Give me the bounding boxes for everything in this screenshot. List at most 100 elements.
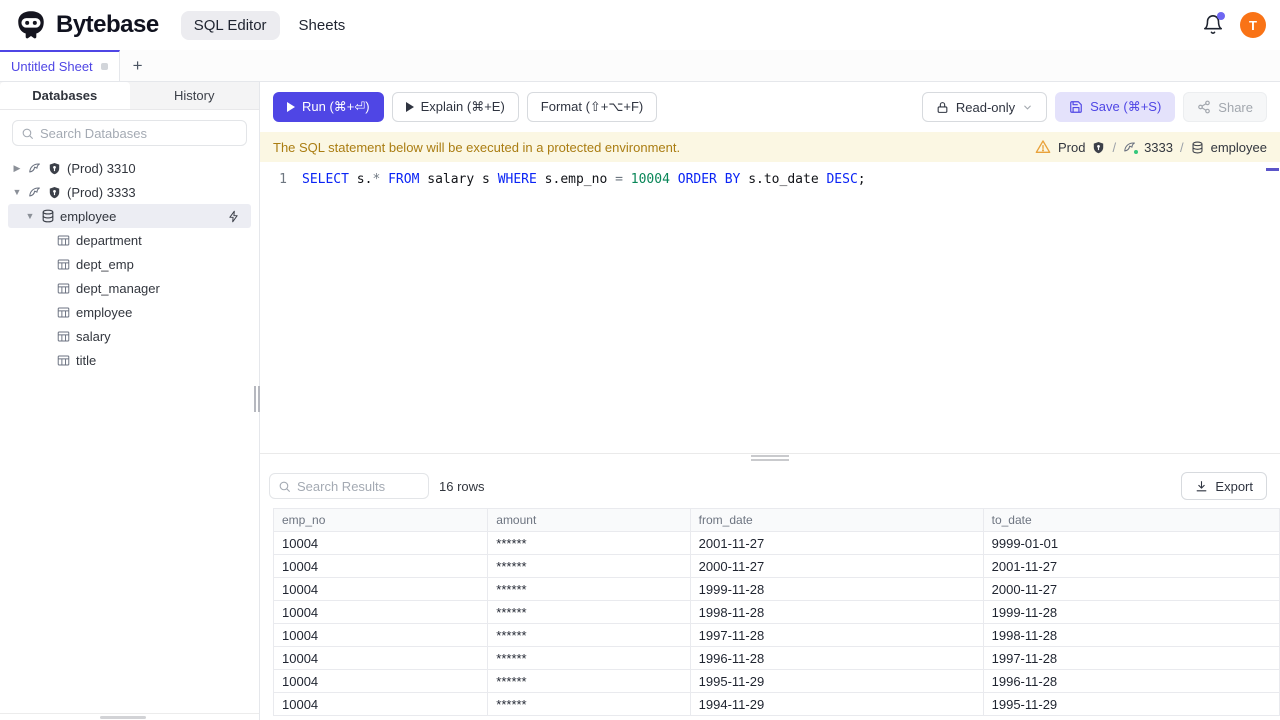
database-icon bbox=[40, 209, 55, 223]
caret-right-icon[interactable]: ▶ bbox=[12, 163, 22, 174]
run-button[interactable]: Run (⌘+⏎) bbox=[273, 92, 384, 122]
table-cell: ****** bbox=[487, 669, 691, 693]
search-icon bbox=[21, 127, 34, 140]
toolbar-right: Read-only Save (⌘+S) Share bbox=[921, 92, 1267, 122]
sql-editor[interactable]: 1 SELECT s.* FROM salary s WHERE s.emp_n… bbox=[260, 162, 1280, 453]
instance-label: (Prod) 3310 bbox=[67, 160, 136, 176]
nav-sheets[interactable]: Sheets bbox=[286, 11, 359, 40]
table-cell: 2000-11-27 bbox=[689, 554, 984, 578]
notification-bell-icon[interactable] bbox=[1202, 12, 1225, 36]
editor-scrollbar-mark bbox=[1266, 168, 1279, 171]
shield-icon bbox=[47, 186, 62, 199]
mysql-icon bbox=[1123, 140, 1140, 155]
table-cell: 1999-11-28 bbox=[982, 600, 1280, 624]
table-cell: 9999-01-01 bbox=[982, 531, 1280, 555]
table-label: dept_manager bbox=[76, 280, 160, 296]
notification-badge bbox=[1217, 12, 1225, 20]
column-header[interactable]: emp_no bbox=[272, 508, 489, 532]
table-row[interactable]: 10004 ****** 2001-11-27 9999-01-01 bbox=[272, 531, 1280, 555]
export-button[interactable]: Export bbox=[1181, 472, 1267, 500]
sidebar: Databases History ▶ bbox=[0, 82, 260, 720]
table-label: dept_emp bbox=[76, 256, 134, 272]
results-header: 16 rows Export bbox=[260, 462, 1280, 508]
play-icon bbox=[405, 102, 414, 112]
caret-down-icon[interactable]: ▼ bbox=[25, 211, 35, 221]
sidebar-table-item[interactable]: title bbox=[0, 348, 259, 372]
banner-message: The SQL statement below will be executed… bbox=[273, 139, 681, 155]
sidebar-tabs: Databases History bbox=[0, 82, 259, 110]
tree-database-employee[interactable]: ▼ employee bbox=[8, 204, 251, 228]
protected-environment-banner: The SQL statement below will be executed… bbox=[260, 132, 1280, 162]
tab-history[interactable]: History bbox=[130, 82, 260, 109]
sidebar-table-item[interactable]: dept_manager bbox=[0, 276, 259, 300]
sidebar-table-item[interactable]: employee bbox=[0, 300, 259, 324]
column-header[interactable]: to_date bbox=[982, 508, 1280, 532]
database-search[interactable] bbox=[12, 120, 247, 146]
explain-button[interactable]: Explain (⌘+E) bbox=[391, 92, 519, 122]
table-label: salary bbox=[76, 328, 111, 344]
table-label: employee bbox=[76, 304, 133, 320]
connection-status-dot bbox=[1133, 149, 1140, 155]
caret-down-icon[interactable]: ▼ bbox=[12, 187, 22, 197]
brand-logo[interactable]: Bytebase bbox=[14, 8, 159, 42]
main-pane: Run (⌘+⏎) Explain (⌘+E) Format (⇧+⌥+F) R… bbox=[260, 82, 1280, 720]
format-button[interactable]: Format (⇧+⌥+F) bbox=[526, 92, 658, 122]
table-row[interactable]: 10004 ****** 1996-11-28 1997-11-28 bbox=[272, 646, 1280, 670]
search-icon bbox=[278, 480, 291, 493]
row-count: 16 rows bbox=[439, 478, 485, 494]
table-icon bbox=[56, 258, 71, 271]
chevron-down-icon bbox=[1022, 102, 1033, 113]
table-cell: 10004 bbox=[272, 600, 489, 624]
search-databases-input[interactable] bbox=[40, 125, 238, 141]
table-list: department dept_emp dept_manager employee sa… bbox=[0, 228, 259, 372]
table-row[interactable]: 10004 ****** 1994-11-29 1995-11-29 bbox=[272, 692, 1280, 716]
share-icon bbox=[1197, 100, 1211, 114]
tree-instance-3333[interactable]: ▼ (Prod) 3333 bbox=[0, 180, 259, 204]
results-search[interactable] bbox=[269, 473, 429, 499]
readonly-mode-dropdown[interactable]: Read-only bbox=[921, 92, 1048, 122]
nav-sql-editor[interactable]: SQL Editor bbox=[180, 10, 280, 40]
table-row[interactable]: 10004 ****** 1995-11-29 1996-11-28 bbox=[272, 669, 1280, 693]
table-row[interactable]: 10004 ****** 1997-11-28 1998-11-28 bbox=[272, 623, 1280, 647]
mysql-icon bbox=[27, 185, 42, 199]
connected-bolt-icon bbox=[226, 210, 241, 223]
table-cell: 10004 bbox=[272, 554, 489, 578]
app: Bytebase SQL Editor Sheets T Untitled Sh… bbox=[0, 0, 1280, 720]
sidebar-table-item[interactable]: department bbox=[0, 228, 259, 252]
database-label: employee bbox=[60, 208, 117, 224]
table-cell: 1994-11-29 bbox=[689, 692, 984, 716]
table-cell: ****** bbox=[487, 577, 691, 601]
table-cell: 2000-11-27 bbox=[982, 577, 1280, 601]
tab-databases[interactable]: Databases bbox=[0, 82, 130, 109]
table-label: department bbox=[76, 232, 142, 248]
database-label: employee bbox=[1210, 139, 1267, 155]
panel-resize-handle[interactable] bbox=[260, 453, 1280, 462]
tree-instance-3310[interactable]: ▶ (Prod) 3310 bbox=[0, 156, 259, 180]
top-nav: SQL Editor Sheets bbox=[180, 10, 359, 40]
connection-breadcrumb: Prod / 3333 / employee bbox=[1035, 139, 1267, 155]
sheet-tab-untitled[interactable]: Untitled Sheet bbox=[0, 50, 120, 81]
avatar[interactable]: T bbox=[1240, 12, 1266, 38]
table-cell: 10004 bbox=[272, 531, 489, 555]
table-row[interactable]: 10004 ****** 1998-11-28 1999-11-28 bbox=[272, 600, 1280, 624]
table-cell: ****** bbox=[487, 531, 691, 555]
sidebar-table-item[interactable]: salary bbox=[0, 324, 259, 348]
table-row[interactable]: 10004 ****** 2000-11-27 2001-11-27 bbox=[272, 554, 1280, 578]
search-results-input[interactable] bbox=[297, 478, 420, 494]
table-cell: 2001-11-27 bbox=[982, 554, 1280, 578]
table-icon bbox=[56, 354, 71, 367]
table-row[interactable]: 10004 ****** 1999-11-28 2000-11-27 bbox=[272, 577, 1280, 601]
brand-name: Bytebase bbox=[56, 11, 159, 38]
column-header[interactable]: amount bbox=[487, 508, 691, 532]
new-sheet-button[interactable]: + bbox=[120, 50, 156, 81]
table-cell: 1996-11-28 bbox=[689, 646, 984, 670]
sidebar-table-item[interactable]: dept_emp bbox=[0, 252, 259, 276]
share-button[interactable]: Share bbox=[1183, 92, 1267, 122]
database-tree: ▶ (Prod) 3310 ▼ (Prod) 3333 ▼ employee d… bbox=[0, 152, 259, 713]
sidebar-horizontal-scrollbar[interactable] bbox=[100, 716, 146, 719]
table-cell: 1998-11-28 bbox=[982, 623, 1280, 647]
column-header[interactable]: from_date bbox=[689, 508, 984, 532]
lock-icon bbox=[936, 101, 949, 114]
save-button[interactable]: Save (⌘+S) bbox=[1055, 92, 1176, 122]
mysql-icon bbox=[27, 161, 42, 175]
